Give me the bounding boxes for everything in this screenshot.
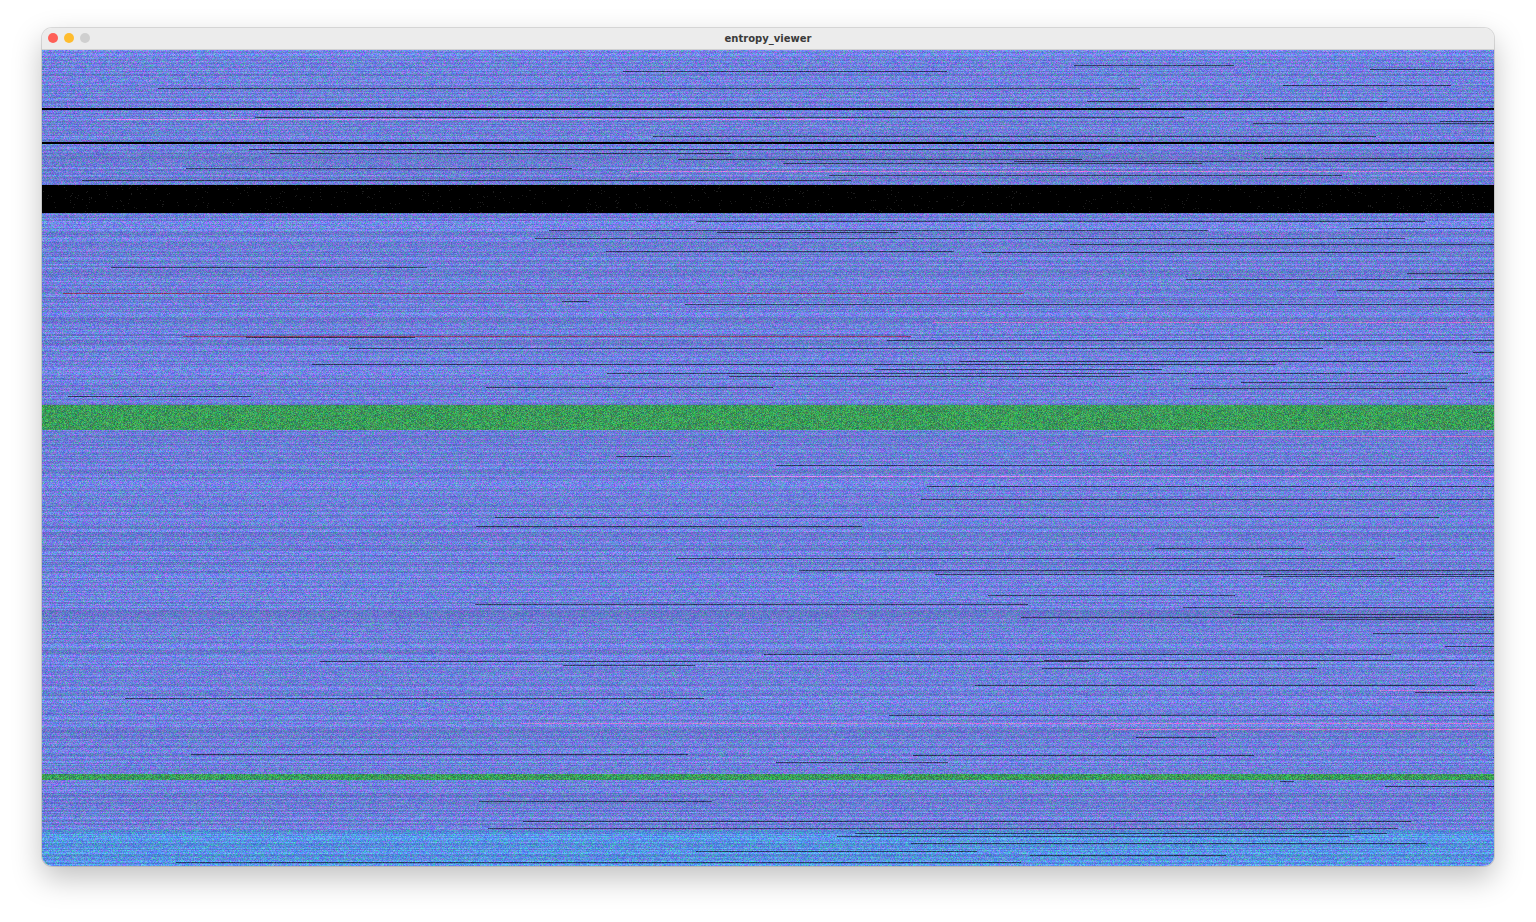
- entropy-map: [42, 50, 1494, 866]
- maximize-icon[interactable]: [80, 33, 90, 43]
- window: entropy_viewer: [42, 28, 1494, 866]
- title-bar[interactable]: entropy_viewer: [42, 28, 1494, 50]
- desktop: entropy_viewer: [0, 0, 1536, 922]
- traffic-lights: [48, 33, 90, 43]
- window-title: entropy_viewer: [725, 33, 812, 44]
- close-icon[interactable]: [48, 33, 58, 43]
- minimize-icon[interactable]: [64, 33, 74, 43]
